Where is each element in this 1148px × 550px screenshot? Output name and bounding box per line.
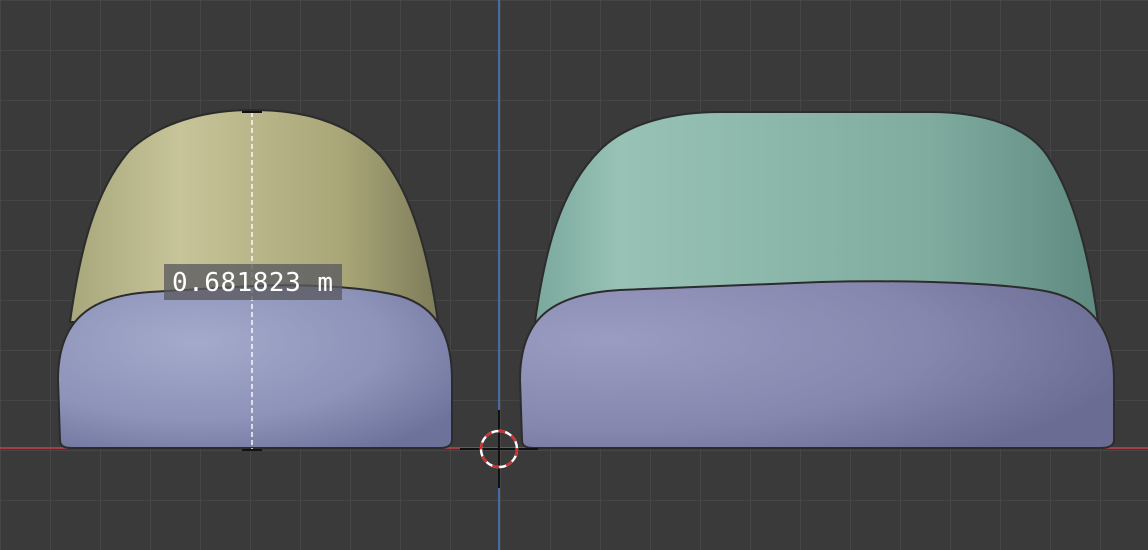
measurement-label: 0.681823 m — [164, 264, 342, 300]
right-object-bottom[interactable] — [518, 280, 1115, 449]
3d-viewport[interactable]: 0.681823 m — [0, 0, 1148, 550]
left-object-bottom[interactable] — [56, 284, 453, 449]
